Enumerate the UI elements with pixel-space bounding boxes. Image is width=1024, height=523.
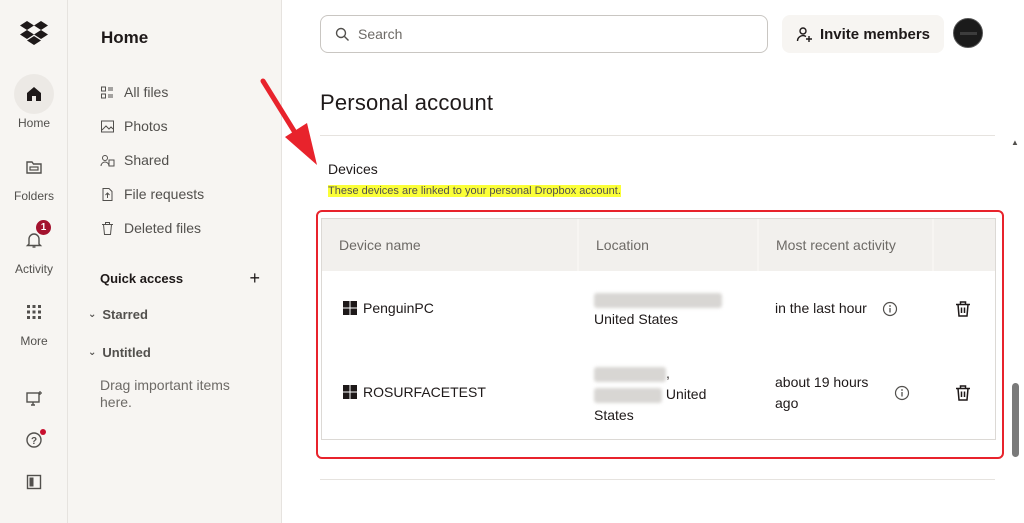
rail-more-label: More xyxy=(20,334,48,348)
sidebar-item-deleted-files[interactable]: Deleted files xyxy=(100,216,201,240)
sidebar-item-shared[interactable]: Shared xyxy=(100,148,169,172)
svg-text:?: ? xyxy=(31,436,37,447)
sidebar-item-file-requests[interactable]: File requests xyxy=(100,182,204,206)
drag-hint: Drag important items here. xyxy=(100,377,230,410)
invite-members-label: Invite members xyxy=(819,25,931,43)
rail-more[interactable]: More xyxy=(0,292,68,348)
sidebar: Home All files Photos Shared File reques… xyxy=(68,0,282,523)
scrollbar[interactable]: ▲ xyxy=(1008,130,1022,523)
file-requests-icon xyxy=(102,187,113,201)
add-quick-access-button[interactable]: + xyxy=(249,268,260,289)
grid-icon xyxy=(14,292,54,332)
main-content: Invite members Personal account Devices … xyxy=(282,0,1024,523)
rail-activity-label: Activity xyxy=(14,262,53,276)
starred-label: Starred xyxy=(102,307,148,322)
sidebar-item-label: All files xyxy=(124,84,169,100)
chevron-down-icon: ⌄ xyxy=(88,309,97,320)
untitled-section-toggle[interactable]: ⌄ Untitled xyxy=(88,345,151,360)
add-person-icon xyxy=(796,26,812,42)
quick-access-header: Quick access + xyxy=(100,268,260,289)
dropbox-logo-icon[interactable] xyxy=(19,20,49,48)
rail-activity[interactable]: 1 Activity xyxy=(0,220,68,276)
folder-icon xyxy=(14,147,54,187)
bell-icon: 1 xyxy=(14,220,54,260)
search-box[interactable] xyxy=(320,15,768,53)
search-input[interactable] xyxy=(358,26,738,42)
sidebar-item-label: Shared xyxy=(124,152,170,168)
divider xyxy=(320,135,995,136)
panel-toggle-icon[interactable] xyxy=(22,470,46,494)
scroll-up-icon[interactable]: ▲ xyxy=(1011,138,1019,147)
photos-icon xyxy=(101,120,114,132)
page-title: Personal account xyxy=(320,90,494,115)
devices-subtitle-text: These devices are linked to your persona… xyxy=(328,185,621,197)
sidebar-item-photos[interactable]: Photos xyxy=(100,114,168,138)
desktop-app-icon[interactable] xyxy=(22,387,46,411)
annotation-arrow-icon xyxy=(260,78,317,165)
rail-home[interactable]: Home xyxy=(0,74,68,130)
avatar[interactable] xyxy=(953,18,983,48)
scrollbar-thumb[interactable] xyxy=(1012,383,1019,457)
sidebar-item-label: Deleted files xyxy=(124,220,202,236)
search-icon xyxy=(335,27,349,41)
rail-folders-label: Folders xyxy=(13,189,54,203)
sidebar-item-label: Photos xyxy=(124,118,168,134)
devices-subtitle: These devices are linked to your persona… xyxy=(328,185,621,197)
trash-icon xyxy=(102,221,113,235)
annotation-highlight-box xyxy=(316,210,1004,459)
sidebar-title: Home xyxy=(101,28,149,47)
sidebar-item-label: File requests xyxy=(124,186,205,202)
notification-dot xyxy=(40,429,46,435)
devices-title: Devices xyxy=(328,161,378,177)
app-rail: Home Folders 1 Activity More ? xyxy=(0,0,68,523)
all-files-icon xyxy=(101,86,113,98)
rail-folders[interactable]: Folders xyxy=(0,147,68,203)
rail-home-label: Home xyxy=(17,116,50,130)
chevron-down-icon: ⌄ xyxy=(88,347,97,358)
activity-badge: 1 xyxy=(36,220,51,235)
quick-access-label: Quick access xyxy=(100,271,184,286)
home-icon xyxy=(14,74,54,114)
invite-members-button[interactable]: Invite members xyxy=(782,15,944,53)
shared-icon xyxy=(100,154,115,166)
divider xyxy=(320,479,995,480)
starred-section-toggle[interactable]: ⌄ Starred xyxy=(88,307,148,322)
sidebar-item-all-files[interactable]: All files xyxy=(100,80,168,104)
help-icon[interactable]: ? xyxy=(22,428,46,452)
untitled-label: Untitled xyxy=(102,345,151,360)
